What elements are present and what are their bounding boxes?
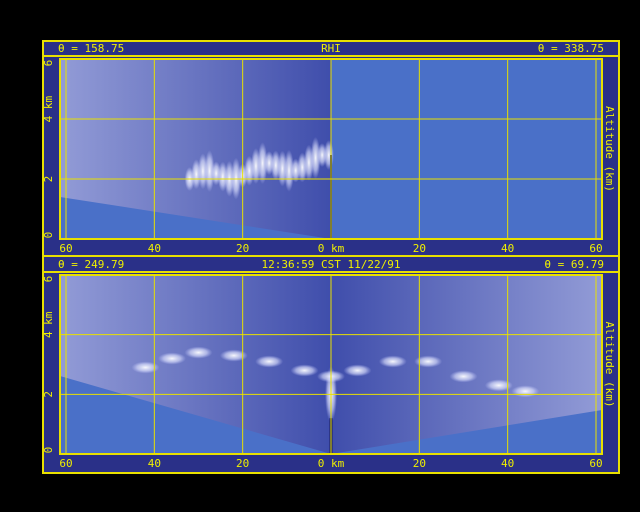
bottom-echo [158, 352, 186, 365]
bottom-echo [219, 349, 248, 362]
top-x-tick-label: 60 [59, 242, 72, 255]
top-altitude-label: Altitude (km) [603, 106, 616, 192]
bottom-x-tick-label: 60 [59, 457, 72, 470]
top-x-tick-label: 40 [501, 242, 514, 255]
bottom-echo [290, 364, 319, 377]
top-y-tick-label: 4 [42, 115, 55, 122]
bottom-x-tick-label: 0 km [318, 457, 345, 470]
bottom-y-tick-label: 0 [42, 447, 55, 454]
bottom-echo [255, 355, 284, 368]
bottom-y-tick-label: 2 [42, 391, 55, 398]
top-x-tick-label: 20 [413, 242, 426, 255]
bottom-x-tick-label: 40 [501, 457, 514, 470]
bottom-echo [511, 385, 540, 398]
bottom-echo [378, 355, 407, 368]
bottom-echo [484, 379, 513, 392]
top-x-tick-label: 40 [148, 242, 161, 255]
top-y-tick-label: 2 [42, 176, 55, 183]
top-x-tick-label: 60 [589, 242, 602, 255]
bottom-x-tick-label: 60 [589, 457, 602, 470]
bottom-y-unit-label: km [42, 311, 55, 325]
bottom-echo [184, 346, 213, 359]
rhi-plots: 60 40 20 0 km 20 40 600246kmAltitude (km)60 40 2… [42, 58, 616, 470]
top-echo [323, 140, 334, 171]
top-y-tick-label: 6 [42, 60, 55, 67]
bottom-echo [449, 370, 478, 383]
bottom-y-tick-label: 4 [42, 331, 55, 338]
top-y-tick-label: 0 [42, 232, 55, 239]
bottom-y-tick-label: 6 [42, 276, 55, 283]
bottom-echo [414, 355, 443, 368]
bottom-panel: 60 40 20 0 km 20 40 60 0 2 4 6 km Altitude (km) [42, 274, 616, 470]
top-x-tick-label: 0 km [318, 242, 345, 255]
bottom-altitude-label: Altitude (km) [603, 321, 616, 407]
top-y-unit-label: km [42, 96, 55, 110]
bottom-x-tick-label: 20 [236, 457, 249, 470]
bottom-echo [131, 361, 160, 374]
top-x-tick-label: 20 [236, 242, 249, 255]
bottom-echo [343, 364, 372, 377]
bottom-x-tick-label: 20 [413, 457, 426, 470]
top-panel: 60 40 20 0 km 20 40 60 0 2 4 6 km Altitude (km) [42, 58, 616, 255]
bottom-x-tick-label: 40 [148, 457, 161, 470]
